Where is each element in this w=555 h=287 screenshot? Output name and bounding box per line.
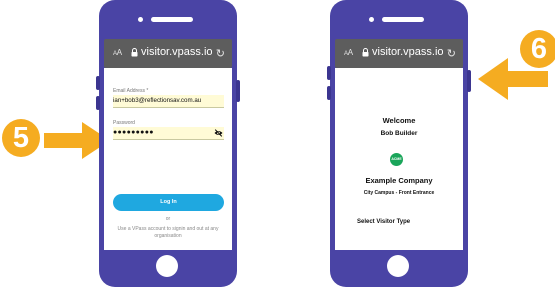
home-button[interactable] xyxy=(156,255,178,277)
camera-icon xyxy=(369,17,374,22)
login-button[interactable]: Log In xyxy=(113,194,224,211)
password-value: ●●●●●●●●● xyxy=(113,129,154,136)
or-separator: or xyxy=(165,216,171,222)
lock-icon xyxy=(131,48,138,57)
reload-icon[interactable]: ↻ xyxy=(216,47,225,60)
step-6-badge: 6 xyxy=(520,30,555,68)
phone-login: AA visitor.vpass.io ↻ Email Address * ia… xyxy=(96,0,240,287)
lock-icon xyxy=(362,48,369,57)
text-size-button[interactable]: AA xyxy=(113,48,122,57)
email-field[interactable]: ian+bob3@reflectionsav.com.au xyxy=(113,95,224,108)
speaker-icon xyxy=(151,17,193,22)
location-text: City Campus - Front Entrance xyxy=(363,190,435,196)
tutorial-canvas: 5 AA visitor.vpass.io ↻ Email Address * … xyxy=(0,0,555,287)
phone-side-button xyxy=(467,70,471,92)
phone-welcome: AA visitor.vpass.io ↻ Welcome Bob Builde… xyxy=(327,0,471,287)
url-text[interactable]: visitor.vpass.io xyxy=(372,46,444,58)
login-screen: Email Address * ian+bob3@reflectionsav.c… xyxy=(104,68,232,250)
company-logo: ACME xyxy=(390,153,403,166)
text-size-button[interactable]: AA xyxy=(344,48,353,57)
password-label: Password xyxy=(113,120,135,126)
home-button[interactable] xyxy=(387,255,409,277)
phone-side-button xyxy=(327,86,331,100)
phone-side-button xyxy=(96,76,100,90)
browser-url-bar[interactable]: AA visitor.vpass.io ↻ xyxy=(104,39,232,68)
url-text[interactable]: visitor.vpass.io xyxy=(141,46,213,58)
phone-side-button xyxy=(96,96,100,110)
select-visitor-type-label[interactable]: Select Visitor Type xyxy=(357,219,410,225)
phone-side-button xyxy=(327,66,331,80)
phone-side-button xyxy=(236,80,240,102)
speaker-icon xyxy=(382,17,424,22)
step-5-badge: 5 xyxy=(2,119,40,157)
reload-icon[interactable]: ↻ xyxy=(447,47,456,60)
browser-url-bar[interactable]: AA visitor.vpass.io ↻ xyxy=(335,39,463,68)
vpass-account-link[interactable]: Use a VPass account to signin and out at… xyxy=(116,226,220,240)
eye-slash-icon[interactable] xyxy=(214,129,223,137)
visitor-name: Bob Builder xyxy=(380,130,418,137)
password-field[interactable]: ●●●●●●●●● xyxy=(113,127,224,140)
company-name: Example Company xyxy=(365,176,433,185)
welcome-heading: Welcome xyxy=(382,116,416,125)
camera-icon xyxy=(138,17,143,22)
email-label: Email Address * xyxy=(113,88,149,94)
